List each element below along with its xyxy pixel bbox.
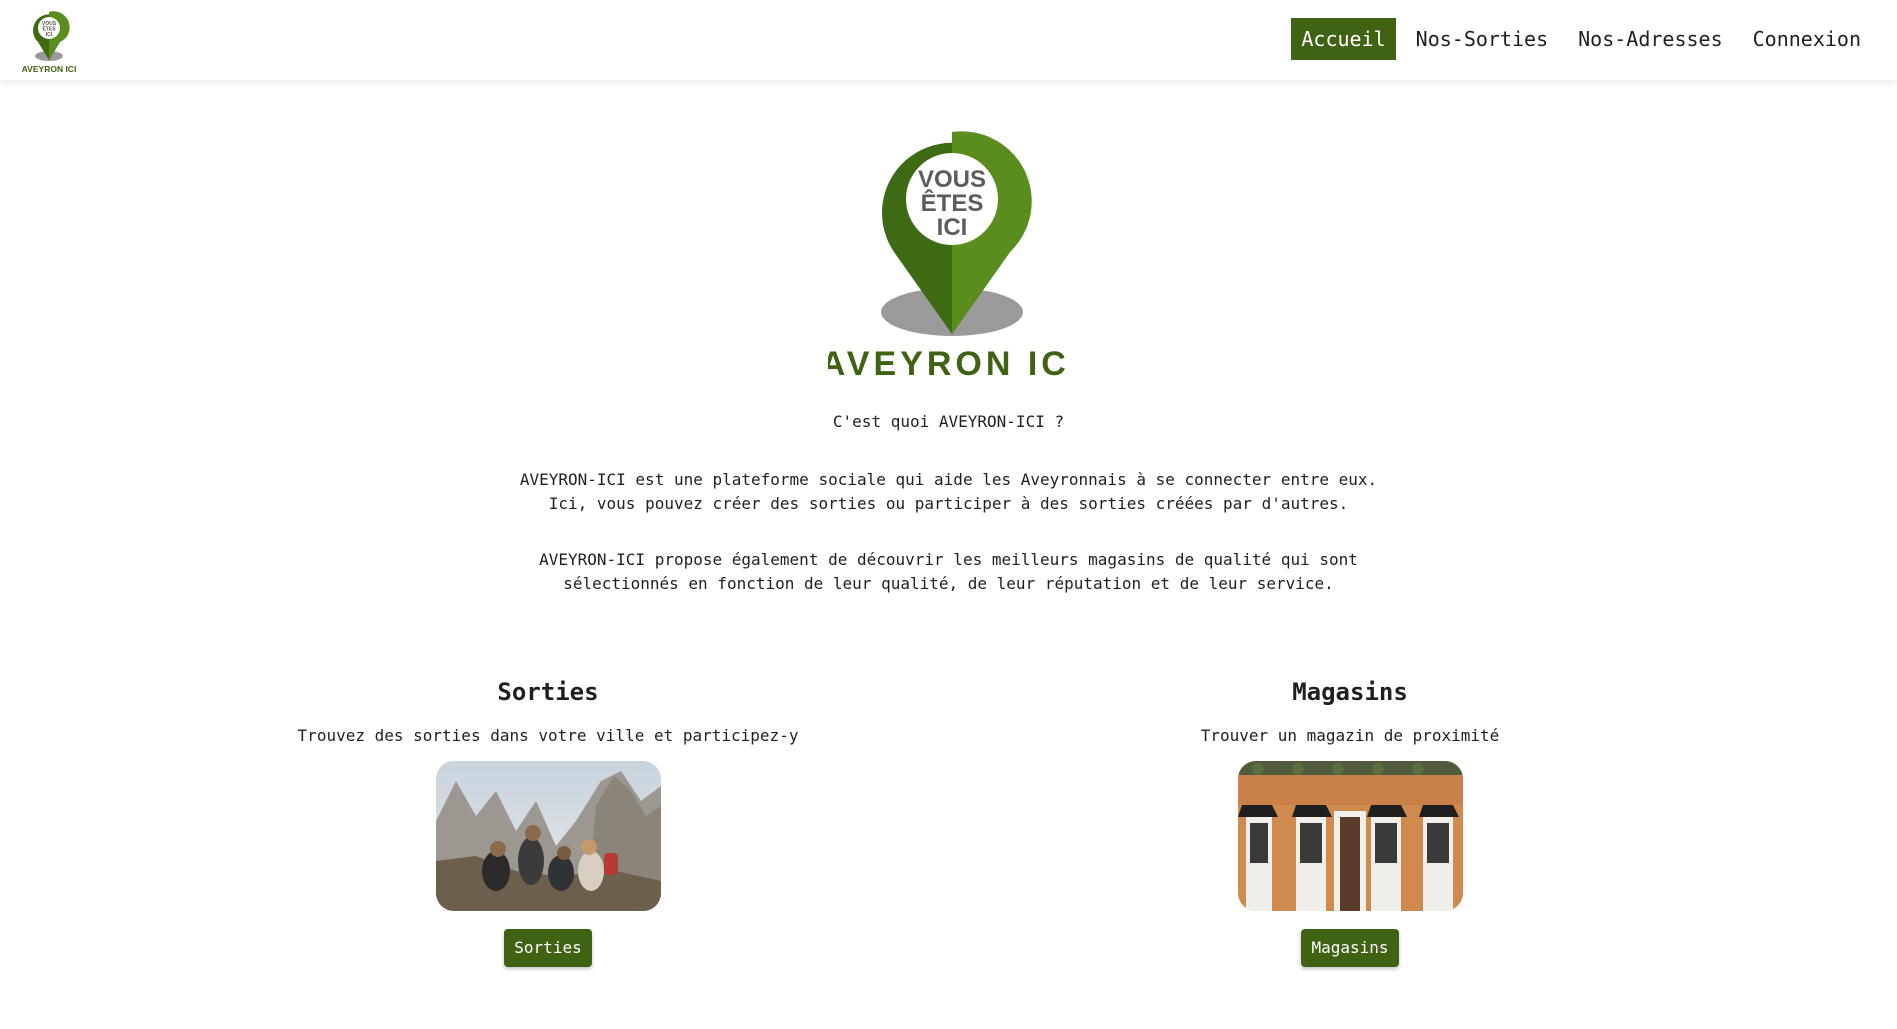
hero-brand-text: AVEYRON ICI xyxy=(828,345,1072,383)
magasins-description: Trouver un magazin de proximité xyxy=(1200,726,1500,745)
about-paragraph-1-line-1: AVEYRON-ICI est une plateforme sociale q… xyxy=(519,470,1378,489)
about-paragraph-1-line-2: Ici, vous pouvez créer des sorties ou pa… xyxy=(548,494,1349,513)
about-paragraph-1: AVEYRON-ICI est une plateforme sociale q… xyxy=(0,468,1897,516)
hero-pin-text-1: VOUS xyxy=(918,166,986,193)
nav-connexion[interactable]: Connexion xyxy=(1743,18,1871,60)
magasins-button[interactable]: Magasins xyxy=(1301,929,1399,967)
logo-text-line-3: ICI xyxy=(46,32,53,38)
nav-links: Accueil Nos-Sorties Nos-Adresses Connexi… xyxy=(1291,18,1871,60)
aveyron-ici-logo[interactable]: VOUS ÊTES ICI AVEYRON ICI xyxy=(16,4,82,76)
magasins-feature: Magasins Trouver un magazin de proximité… xyxy=(1050,675,1650,967)
logo-brand-text: AVEYRON ICI xyxy=(22,64,77,74)
sorties-image[interactable] xyxy=(435,761,661,911)
sorties-title: Sorties xyxy=(497,678,599,706)
nav-accueil[interactable]: Accueil xyxy=(1291,18,1396,60)
top-navbar: VOUS ÊTES ICI AVEYRON ICI Accueil Nos-So… xyxy=(0,0,1897,80)
magasins-image[interactable] xyxy=(1237,761,1463,911)
nav-nos-adresses[interactable]: Nos-Adresses xyxy=(1568,18,1733,60)
about-paragraph-2: AVEYRON-ICI propose également de découvr… xyxy=(0,548,1897,596)
magasins-title: Magasins xyxy=(1292,678,1408,706)
nav-nos-sorties[interactable]: Nos-Sorties xyxy=(1406,18,1558,60)
hero-pin-text-3: ICI xyxy=(937,214,968,241)
sorties-button[interactable]: Sorties xyxy=(504,929,592,967)
sorties-description: Trouvez des sorties dans votre ville et … xyxy=(297,726,799,745)
hero-logo: VOUS ÊTES ICI AVEYRON ICI xyxy=(828,131,1072,383)
about-title: C'est quoi AVEYRON-ICI ? xyxy=(832,412,1065,431)
about-paragraph-2-line-2: sélectionnés en fonction de leur qualité… xyxy=(563,574,1334,593)
about-paragraph-2-line-1: AVEYRON-ICI propose également de découvr… xyxy=(539,550,1358,569)
hero-pin-text-2: ÊTES xyxy=(921,189,984,217)
sorties-feature: Sorties Trouvez des sorties dans votre v… xyxy=(248,675,848,967)
